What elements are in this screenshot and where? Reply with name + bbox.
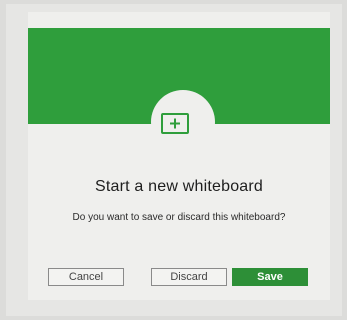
dialog-title: Start a new whiteboard xyxy=(94,178,264,195)
save-button[interactable]: Save xyxy=(232,268,308,286)
cancel-button[interactable]: Cancel xyxy=(48,268,124,286)
new-whiteboard-dialog: Start a new whiteboard Do you want to sa… xyxy=(28,12,330,300)
discard-button[interactable]: Discard xyxy=(151,268,227,286)
whiteboard-add-icon xyxy=(161,113,189,134)
screen-area: Start a new whiteboard Do you want to sa… xyxy=(6,4,342,316)
dialog-message: Do you want to save or discard this whit… xyxy=(72,212,286,223)
